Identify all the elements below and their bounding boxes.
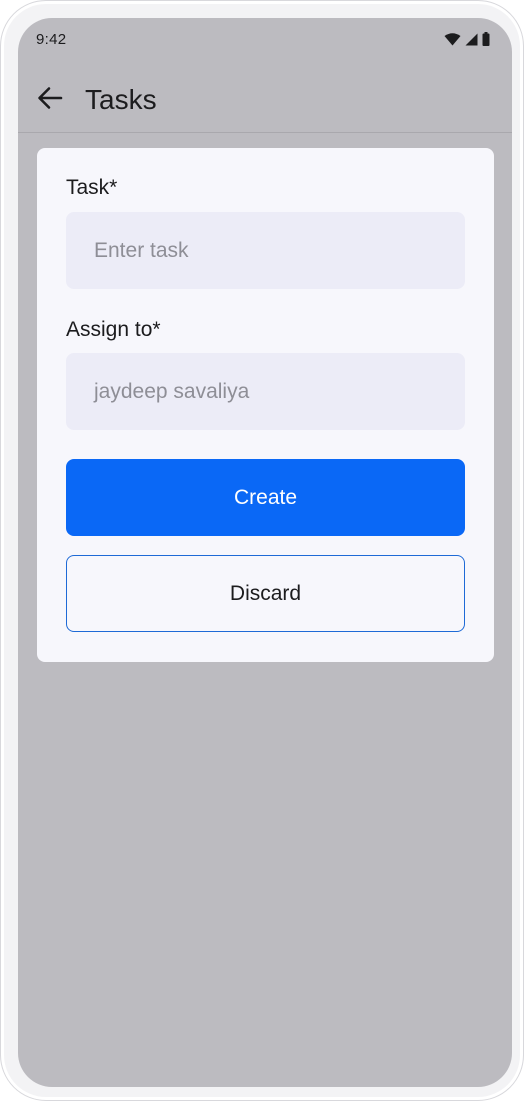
status-time: 9:42	[36, 31, 67, 48]
status-icons	[444, 32, 490, 46]
assign-input-value: jaydeep savaliya	[94, 379, 250, 403]
status-bar: 9:42	[18, 18, 512, 62]
battery-icon	[482, 32, 490, 46]
create-button-label: Create	[233, 485, 298, 509]
discard-button-label: Discard	[229, 581, 302, 605]
screen: 9:42 Tasks Task* Enter task Assign to* j…	[18, 18, 512, 1087]
task-input[interactable]: Enter task	[66, 212, 465, 289]
assign-label: Assign to*	[66, 318, 161, 341]
assign-input[interactable]: jaydeep savaliya	[66, 353, 465, 430]
phone-frame: 9:42 Tasks Task* Enter task Assign to* j…	[0, 0, 524, 1101]
signal-icon	[465, 33, 478, 46]
wifi-icon	[444, 32, 461, 46]
discard-button[interactable]: Discard	[66, 555, 465, 632]
app-bar: Tasks	[18, 62, 512, 133]
create-button[interactable]: Create	[66, 459, 465, 536]
task-label: Task*	[66, 176, 118, 199]
task-form-card: Task* Enter task Assign to* jaydeep sava…	[37, 148, 494, 662]
arrow-left-icon	[36, 84, 64, 117]
task-input-placeholder: Enter task	[94, 238, 189, 262]
page-title: Tasks	[85, 84, 157, 115]
back-button[interactable]	[32, 82, 68, 118]
